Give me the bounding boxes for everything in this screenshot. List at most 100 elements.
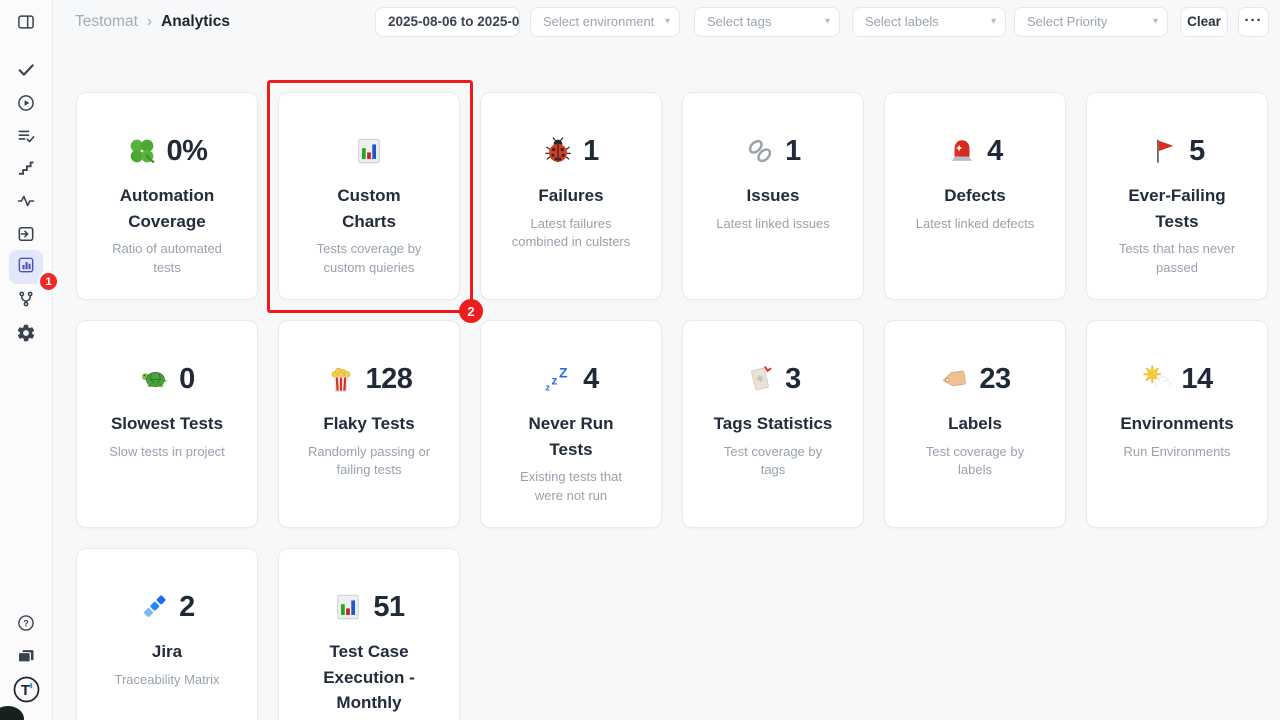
analytics-widgets-grid: 0% Automation Coverage Ratio of automate… [76,92,1268,720]
page-title: Analytics [161,13,230,31]
help-circle-icon: ? [16,613,36,633]
card-value: 0 [179,363,195,396]
svg-text:T: T [21,682,30,699]
clover-icon [127,136,157,166]
filter-select-select-labels[interactable]: Select labels▾ [852,7,1006,37]
jira-icon [139,592,169,622]
card-test-case-execution-monthly[interactable]: 51 Test Case Execution - Monthly [278,548,460,720]
card-value: 2 [179,591,195,624]
card-ever-failing-tests[interactable]: 5 Ever-Failing Tests Tests that has neve… [1086,92,1268,300]
card-title: Never Run Tests [495,411,647,462]
card-value: 0% [167,135,208,168]
link-icon [745,136,775,166]
card-custom-charts[interactable]: Custom Charts Tests coverage by custom q… [278,92,460,300]
card-defects[interactable]: 4 Defects Latest linked defects [884,92,1066,300]
bar-chart-nav-icon [16,255,36,280]
branch-icon [16,289,36,309]
chevron-down-icon: ▾ [665,8,670,36]
select-placeholder: Select tags [707,14,771,29]
card-title: Flaky Tests [293,411,445,437]
zzz-icon: zzZ [543,364,573,394]
sidebar-item-tests[interactable] [16,60,36,80]
card-value: 1 [583,135,599,168]
more-options-button[interactable]: ··· [1238,7,1269,37]
import-icon [16,224,36,244]
card-value: 23 [979,363,1010,396]
card-title: Custom Charts [293,183,445,234]
sidebar-item-branches[interactable] [16,289,36,309]
chevron-down-icon: ▾ [825,8,830,36]
card-value: 4 [583,363,599,396]
sun-cloud-icon [1141,364,1171,394]
sidebar-item-runs[interactable] [16,93,36,113]
library-icon [16,646,36,666]
breadcrumb: Testomat › Analytics [75,13,230,31]
svg-text:z: z [552,375,558,388]
card-value: 14 [1181,363,1212,396]
card-labels[interactable]: 23 Labels Test coverage by labels [884,320,1066,528]
card-title: Tags Statistics [697,411,849,437]
select-placeholder: Select environment [543,14,654,29]
card-value: 128 [366,363,413,396]
card-title: Slowest Tests [91,411,243,437]
stairs-icon [16,158,36,178]
filter-select-select-environment[interactable]: Select environment ▾ [530,7,680,37]
bookmark-icon [745,364,775,394]
testomat-logo-icon: T [13,690,40,707]
sidebar-item-help[interactable]: ? [16,613,36,633]
select-placeholder: Select Priority [1027,14,1107,29]
card-title: Failures [495,183,647,209]
turtle-icon [139,364,169,394]
sidebar-step-badge: 1 [38,271,59,292]
card-never-run-tests[interactable]: zzZ 4 Never Run Tests Existing tests tha… [480,320,662,528]
card-subtitle: Test coverage by tags [697,443,849,481]
card-title: Issues [697,183,849,209]
bar-chart-icon [354,136,384,166]
card-subtitle: Randomly passing or failing tests [293,443,445,481]
date-range-input[interactable]: 2025-08-06 to 2025-0 [375,7,520,37]
sidebar-item-imports[interactable] [16,224,36,244]
card-subtitle: Tests coverage by custom quieries [293,240,445,278]
sidebar-item-milestones[interactable] [16,158,36,178]
card-environments[interactable]: 14 Environments Run Environments [1086,320,1268,528]
bar-chart-icon [333,592,363,622]
check-icon [16,60,36,80]
card-title: Automation Coverage [91,183,243,234]
activity-icon [16,191,36,211]
card-flaky-tests[interactable]: 128 Flaky Tests Randomly passing or fail… [278,320,460,528]
filter-select-select-priority[interactable]: Select Priority▾ [1014,7,1168,37]
label-icon [939,364,969,394]
card-title: Defects [899,183,1051,209]
panel-toggle-icon[interactable] [16,12,36,32]
card-slowest-tests[interactable]: 0 Slowest Tests Slow tests in project [76,320,258,528]
card-tags-statistics[interactable]: 3 Tags Statistics Test coverage by tags [682,320,864,528]
card-subtitle: Slow tests in project [91,443,243,462]
sidebar-item-docs[interactable] [16,646,36,666]
sidebar-item-testomat-logo[interactable]: T [13,676,40,703]
card-automation-coverage[interactable]: 0% Automation Coverage Ratio of automate… [76,92,258,300]
sidebar-item-pulse[interactable] [16,191,36,211]
clear-filters-button[interactable]: Clear [1180,7,1228,37]
flag-icon [1149,136,1179,166]
card-title: Environments [1101,411,1253,437]
card-jira[interactable]: 2 Jira Traceability Matrix [76,548,258,720]
filter-select-select-tags[interactable]: Select tags ▾ [694,7,840,37]
svg-text:Z: Z [559,365,568,381]
card-issues[interactable]: 1 Issues Latest linked issues [682,92,864,300]
card-value: 4 [987,135,1003,168]
card-subtitle: Ratio of automated tests [91,240,243,278]
card-value: 1 [785,135,801,168]
sidebar: ?T 1 [0,0,53,720]
card-subtitle: Latest linked defects [899,215,1051,234]
card-value: 5 [1189,135,1205,168]
card-subtitle: Run Environments [1101,443,1253,462]
card-title: Ever-Failing Tests [1101,183,1253,234]
breadcrumb-project-link[interactable]: Testomat [75,13,138,31]
gear-icon [16,323,36,343]
svg-text:?: ? [23,618,29,628]
card-failures[interactable]: 1 Failures Latest failures combined in c… [480,92,662,300]
sidebar-item-settings[interactable] [16,323,36,343]
card-subtitle: Latest failures combined in culsters [495,215,647,253]
play-circle-icon [16,93,36,113]
sidebar-item-test-plans[interactable] [16,126,36,146]
